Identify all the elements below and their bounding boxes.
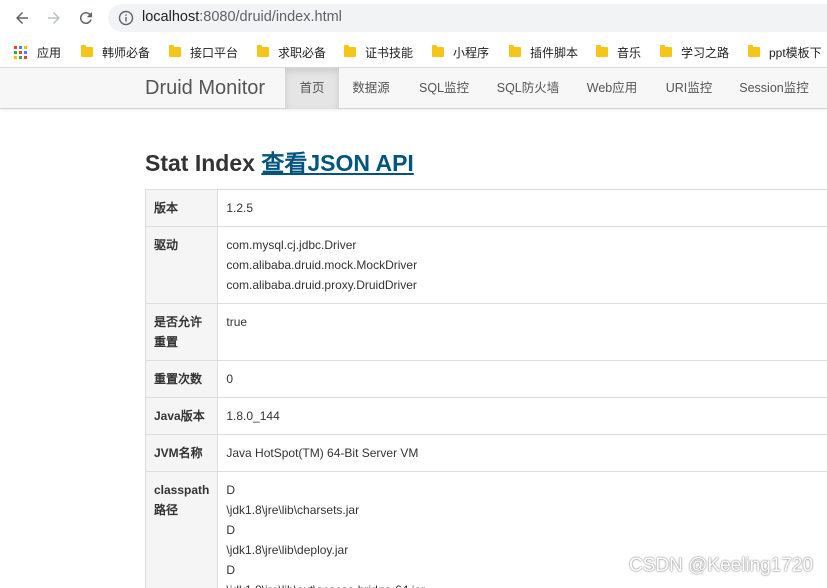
bookmark-folder[interactable]: ppt模板下 (748, 43, 822, 61)
stat-label: 版本 (145, 189, 219, 227)
bookmark-label: 音乐 (617, 45, 642, 60)
stat-value-line: D (226, 523, 236, 537)
bookmark-label: 小程序 (453, 45, 490, 60)
tab-session-monitor[interactable]: Session监控 (732, 68, 816, 109)
stat-value: 1.8.0_144 (217, 397, 827, 435)
brand-title[interactable]: Druid Monitor (145, 77, 265, 100)
stat-value-line: D (226, 483, 236, 497)
druid-navbar: Druid Monitor 首页 数据源 SQL监控 SQL防火墙 Web应用 … (0, 68, 827, 109)
stat-value-line: 0 (226, 372, 234, 386)
url-path: :8080/druid/index.html (199, 9, 342, 25)
folder-icon (596, 45, 608, 57)
stat-value-line: com.alibaba.druid.mock.MockDriver (226, 258, 418, 272)
stat-label: 是否允许重置 (145, 303, 219, 361)
bookmark-folder[interactable]: 音乐 (596, 43, 641, 61)
page-title: Stat Index 查看JSON API (145, 144, 414, 178)
bookmark-folder[interactable]: 求职必备 (257, 43, 326, 61)
csdn-watermark: CSDN @Keeling1720 (629, 555, 814, 576)
stat-value-line: com.mysql.cj.jdbc.Driver (226, 238, 357, 252)
url-text[interactable]: localhost:8080/druid/index.html (142, 9, 342, 25)
bookmarks-bar: 应用 韩师必备 接口平台 求职必备 证书技能 小程序 插件脚本 音乐 学习之路 … (0, 36, 827, 68)
stat-label: Java版本 (145, 397, 219, 435)
json-api-link[interactable]: 查看JSON API (261, 150, 414, 176)
bookmark-label: 接口平台 (190, 45, 239, 60)
stat-value: 1.2.5 (217, 189, 827, 227)
table-row: 驱动 com.mysql.cj.jdbc.Driver com.alibaba.dr… (145, 226, 827, 304)
stat-value-line: 1.8.0_144 (226, 409, 280, 423)
bookmark-folder[interactable]: 接口平台 (169, 43, 238, 61)
bookmark-folder[interactable]: 学习之路 (660, 43, 729, 61)
bookmark-folder[interactable]: 证书技能 (344, 43, 413, 61)
bookmark-folder[interactable]: 韩师必备 (81, 43, 150, 61)
folder-icon (81, 45, 93, 57)
page-title-text: Stat Index (145, 150, 255, 176)
info-icon[interactable] (118, 10, 134, 26)
folder-icon (169, 45, 181, 57)
tab-datasource[interactable]: 数据源 (343, 68, 399, 109)
folder-icon (257, 45, 269, 57)
bookmark-label: 应用 (37, 45, 62, 60)
bookmark-folder[interactable]: 插件脚本 (509, 43, 578, 61)
arrow-left-icon (16, 12, 28, 24)
stat-value-line: \jdk1.8\jre\lib\ext\access-bridge-64.jar (226, 580, 827, 588)
stat-value: true (217, 303, 827, 361)
stat-value: 0 (217, 360, 827, 398)
bookmark-label: 求职必备 (278, 45, 327, 60)
reload-icon (79, 12, 92, 25)
bookmark-folder[interactable]: 小程序 (432, 43, 489, 61)
tab-uri-monitor[interactable]: URI监控 (656, 68, 722, 109)
browser-toolbar: localhost:8080/druid/index.html (0, 0, 827, 36)
bookmark-label: 学习之路 (681, 45, 730, 60)
stat-label: 驱动 (145, 226, 219, 304)
stat-label: classpath路径 (145, 471, 219, 588)
stat-value: Java HotSpot(TM) 64-Bit Server VM (217, 434, 827, 472)
stat-table: 版本 1.2.5 驱动 com.mysql.cj.jdbc.Driver com.ali… (145, 189, 827, 588)
address-bar[interactable]: localhost:8080/druid/index.html (108, 4, 827, 32)
tab-web-app[interactable]: Web应用 (578, 68, 646, 109)
tab-home[interactable]: 首页 (285, 68, 339, 109)
tab-sql-monitor[interactable]: SQL监控 (410, 68, 478, 109)
arrow-right-icon (48, 12, 60, 24)
stat-value-line: com.alibaba.druid.proxy.DruidDriver (226, 278, 417, 292)
folder-icon (509, 45, 521, 57)
url-host: localhost (142, 9, 200, 25)
table-row: 重置次数 0 (145, 360, 827, 398)
forward-button[interactable] (42, 6, 66, 30)
table-row: Java版本 1.8.0_144 (145, 397, 827, 435)
folder-icon (344, 45, 356, 57)
reload-button[interactable] (74, 6, 98, 30)
stat-value-line: \jdk1.8\jre\lib\charsets.jar (226, 503, 360, 517)
stat-value-line: true (226, 315, 248, 329)
tab-sql-firewall[interactable]: SQL防火墙 (488, 68, 568, 109)
table-row: JVM名称 Java HotSpot(TM) 64-Bit Server VM (145, 434, 827, 472)
table-row: 版本 1.2.5 (145, 189, 827, 227)
stat-label: JVM名称 (145, 434, 219, 472)
back-button[interactable] (10, 6, 34, 30)
bookmark-label: 韩师必备 (102, 45, 151, 60)
bookmark-label: ppt模板下 (769, 45, 822, 60)
stat-value-line: Java HotSpot(TM) 64-Bit Server VM (226, 446, 419, 460)
stat-value: com.mysql.cj.jdbc.Driver com.alibaba.drui… (217, 226, 827, 304)
stat-value-line: 1.2.5 (226, 201, 254, 215)
bookmark-apps[interactable]: 应用 (14, 43, 61, 61)
folder-icon (432, 45, 444, 57)
stat-label: 重置次数 (145, 360, 219, 398)
bookmark-label: 证书技能 (365, 45, 414, 60)
table-row: 是否允许重置 true (145, 303, 827, 361)
folder-icon (660, 45, 672, 57)
apps-grid-icon (14, 45, 27, 59)
bookmark-label: 插件脚本 (530, 45, 579, 60)
folder-icon (748, 45, 760, 57)
